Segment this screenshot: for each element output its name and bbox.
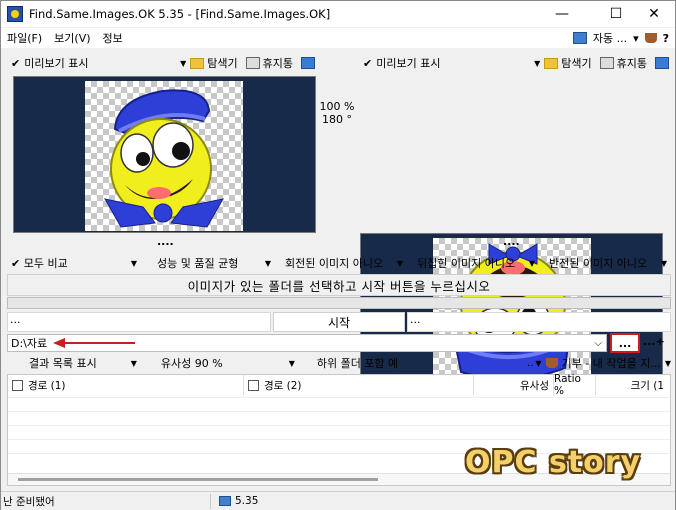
quality-label: 성능 및 품질 균형 bbox=[157, 257, 239, 270]
chevron-down-icon[interactable]: ▾ bbox=[633, 32, 639, 45]
column-path2-label: 경로 (2) bbox=[264, 379, 302, 392]
chevron-down-icon[interactable]: ⌵ bbox=[594, 338, 602, 349]
column-path2[interactable]: 경로 (2) bbox=[244, 375, 474, 395]
chevron-down-icon[interactable]: ▼ bbox=[534, 59, 540, 68]
recycle-bin-icon bbox=[599, 57, 614, 69]
left-status-field: ... bbox=[7, 312, 271, 332]
inverted-dropdown[interactable]: 반전된 이미지 아니오 ▼ bbox=[539, 255, 671, 271]
left-preview-toggle[interactable]: 미리보기 표시 bbox=[24, 55, 88, 71]
menu-file[interactable]: 파일(F) bbox=[1, 30, 48, 46]
checkbox[interactable] bbox=[248, 379, 259, 391]
chevron-down-icon: ▼ bbox=[130, 258, 137, 268]
results-options-row: 결과 목록 표시 ▼ 유사성 90 % ▼ 하위 폴더 포함 예 .. ▼ 기부… bbox=[7, 353, 671, 373]
browse-folder-button[interactable]: ... bbox=[610, 333, 640, 353]
column-ratio-label: Ratio % bbox=[554, 373, 581, 397]
status-text: 난 준비됐어 bbox=[3, 493, 211, 509]
check-icon[interactable]: ✔ bbox=[363, 57, 372, 70]
version-text: 5.35 bbox=[235, 495, 259, 507]
auto-menu[interactable]: 자동 ... bbox=[593, 30, 627, 46]
network-icon bbox=[572, 32, 587, 44]
left-preview-panel[interactable] bbox=[13, 76, 316, 233]
subfolders-dropdown[interactable]: 하위 폴더 포함 예 bbox=[317, 355, 398, 371]
left-preview-image bbox=[85, 81, 243, 231]
scrollbar-thumb[interactable] bbox=[18, 478, 378, 481]
progress-bar bbox=[7, 297, 671, 309]
chevron-down-icon: ▼ bbox=[660, 258, 667, 268]
add-folder-button[interactable]: ...+ bbox=[643, 335, 665, 348]
left-explorer-button[interactable]: 탐색기 bbox=[207, 55, 237, 71]
column-similarity[interactable]: 유사성 bbox=[474, 375, 554, 395]
options-row: ✔ 모두 비교 ▼ 성능 및 품질 균형 ▼ 회전된 이미지 아니오 ▼ 뒤집힌… bbox=[7, 253, 671, 273]
left-trash-button[interactable]: 휴지통 bbox=[263, 55, 293, 71]
help-icon[interactable]: ? bbox=[663, 32, 669, 45]
flipped-label: 뒤집힌 이미지 아니오 bbox=[417, 257, 516, 270]
start-button[interactable]: 시작 bbox=[273, 312, 405, 332]
rotated-label: 회전된 이미지 아니오 bbox=[285, 257, 384, 270]
compare-all-label: ✔ 모두 비교 bbox=[11, 257, 68, 270]
compare-angle: 180 ° bbox=[322, 113, 352, 126]
extra-menu[interactable]: .. bbox=[527, 358, 533, 369]
grid-icon[interactable] bbox=[655, 57, 669, 69]
column-size[interactable]: 크기 (1 bbox=[596, 375, 670, 395]
chevron-down-icon[interactable]: ▼ bbox=[665, 359, 671, 368]
left-preview-header: ✔ 미리보기 표시 ▼ 탐색기 휴지통 bbox=[7, 52, 315, 74]
chevron-down-icon[interactable]: ▼ bbox=[289, 359, 295, 368]
chevron-down-icon: ▼ bbox=[264, 258, 271, 268]
right-explorer-button[interactable]: 탐색기 bbox=[561, 55, 591, 71]
column-path1-label: 경로 (1) bbox=[28, 379, 66, 392]
recycle-bin-icon bbox=[245, 57, 260, 69]
donate-dropdown[interactable]: 기부 - 내 작업을 지... bbox=[562, 355, 661, 371]
folder-icon bbox=[190, 57, 205, 69]
right-trash-button[interactable]: 휴지통 bbox=[617, 55, 647, 71]
close-button[interactable]: ✕ bbox=[631, 1, 676, 27]
network-icon bbox=[219, 496, 231, 506]
app-icon bbox=[7, 6, 23, 22]
table-row bbox=[8, 411, 670, 424]
compare-percent: 100 % bbox=[319, 100, 355, 113]
status-bar: 난 준비됐어 5.35 bbox=[1, 491, 675, 510]
cup-icon bbox=[545, 358, 558, 368]
flipped-dropdown[interactable]: 뒤집힌 이미지 아니오 ▼ bbox=[407, 255, 539, 271]
title-bar: Find.Same.Images.OK 5.35 - [Find.Same.Im… bbox=[1, 1, 675, 27]
app-window: Find.Same.Images.OK 5.35 - [Find.Same.Im… bbox=[0, 0, 676, 510]
menu-bar: 파일(F) 보기(V) 정보 자동 ... ▾ ? bbox=[1, 28, 675, 48]
window-title: Find.Same.Images.OK 5.35 - [Find.Same.Im… bbox=[29, 7, 331, 21]
right-preview-header: ✔ 미리보기 표시 ▼ 탐색기 휴지통 bbox=[359, 52, 669, 74]
cup-icon[interactable] bbox=[644, 33, 657, 43]
right-preview-dots: .... bbox=[503, 235, 520, 248]
folder-icon bbox=[544, 57, 559, 69]
minimize-button[interactable]: — bbox=[539, 1, 585, 27]
chevron-down-icon[interactable]: ▼ bbox=[131, 359, 137, 368]
grid-icon[interactable] bbox=[301, 57, 315, 69]
column-path1[interactable]: 경로 (1) bbox=[8, 375, 244, 395]
chevron-down-icon: ▼ bbox=[528, 258, 535, 268]
instruction-text: 이미지가 있는 폴더를 선택하고 시작 버튼을 누르십시오 bbox=[7, 274, 671, 296]
check-icon[interactable]: ✔ bbox=[11, 57, 20, 70]
checkbox[interactable] bbox=[12, 379, 23, 391]
quality-dropdown[interactable]: 성능 및 품질 균형 ▼ bbox=[141, 255, 275, 271]
menu-right-group: 자동 ... ▾ ? bbox=[572, 30, 669, 46]
table-row bbox=[8, 397, 670, 410]
folder-path-value: D:\자료 bbox=[11, 337, 48, 350]
red-arrow-annotation bbox=[53, 338, 135, 348]
table-row bbox=[8, 425, 670, 438]
chevron-down-icon[interactable]: ▼ bbox=[535, 359, 541, 368]
right-preview-toggle[interactable]: 미리보기 표시 bbox=[376, 55, 440, 71]
compare-all-dropdown[interactable]: ✔ 모두 비교 ▼ bbox=[7, 255, 141, 271]
show-results-dropdown[interactable]: 결과 목록 표시 bbox=[29, 355, 97, 371]
inverted-label: 반전된 이미지 아니오 bbox=[549, 257, 648, 270]
chevron-down-icon[interactable]: ▼ bbox=[180, 59, 186, 68]
watermark-text: OPC story bbox=[465, 445, 642, 480]
similarity-dropdown[interactable]: 유사성 90 % bbox=[161, 355, 223, 371]
rotated-dropdown[interactable]: 회전된 이미지 아니오 ▼ bbox=[275, 255, 407, 271]
chevron-down-icon: ▼ bbox=[396, 258, 403, 268]
right-status-field: ... bbox=[407, 312, 671, 332]
compare-info: 100 % 180 ° bbox=[317, 100, 357, 126]
smiley-hat-image bbox=[104, 89, 224, 228]
menu-view[interactable]: 보기(V) bbox=[48, 30, 96, 46]
left-preview-dots: .... bbox=[157, 235, 174, 248]
menu-info[interactable]: 정보 bbox=[97, 30, 129, 46]
